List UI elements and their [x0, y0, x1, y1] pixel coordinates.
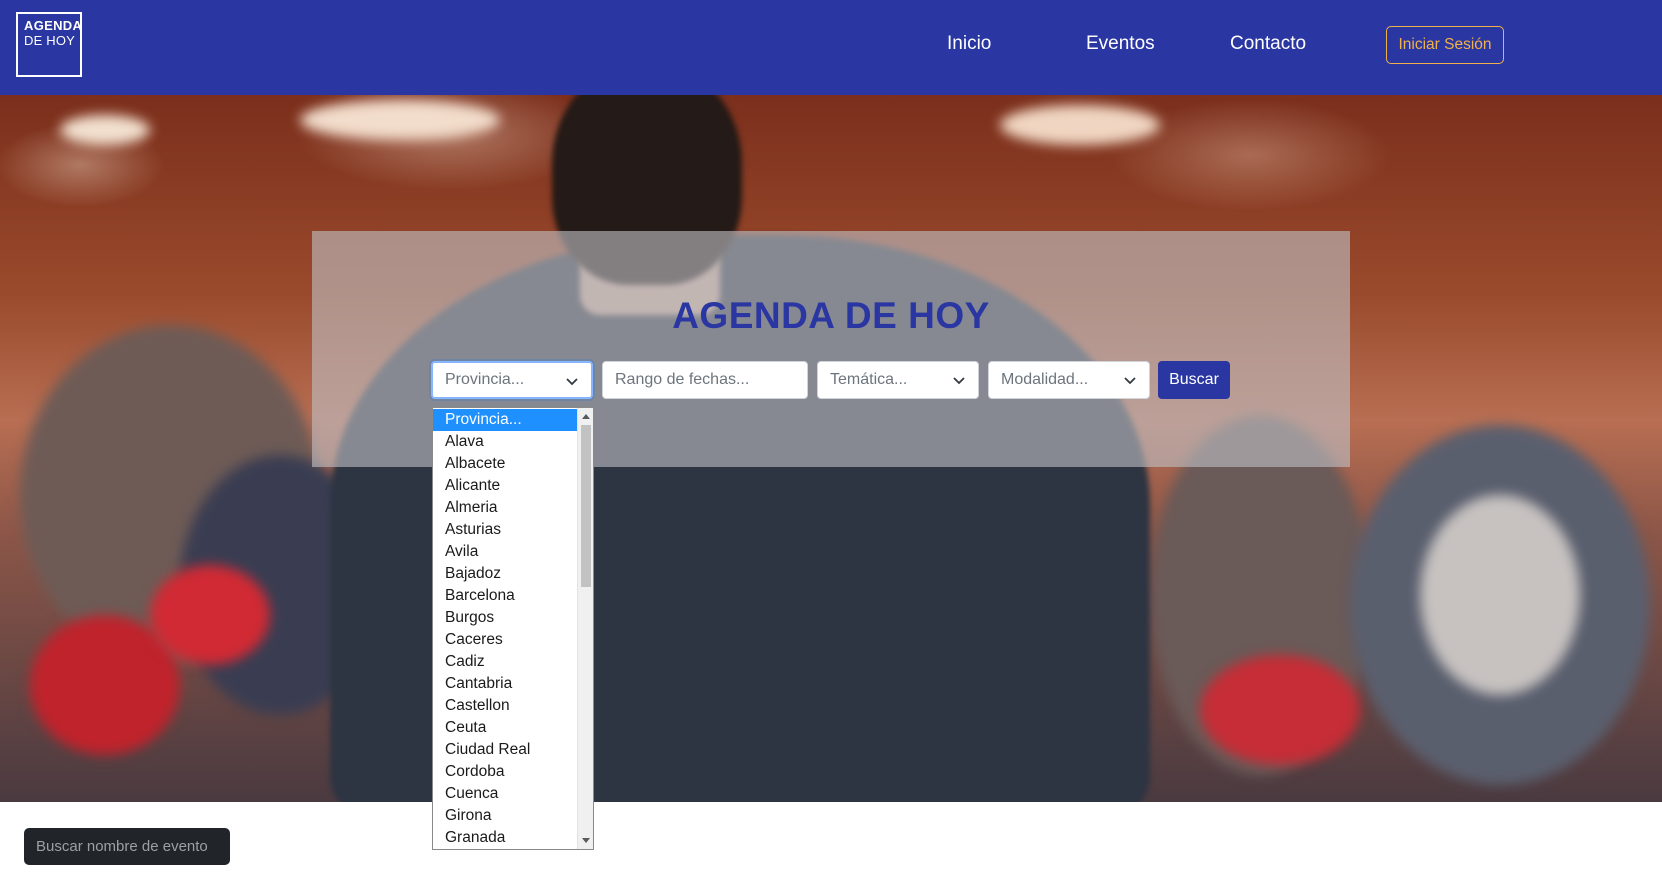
provincia-option[interactable]: Ceuta — [433, 717, 578, 739]
provincia-option[interactable]: Burgos — [433, 607, 578, 629]
background-light — [60, 115, 150, 145]
provincia-option[interactable]: Granada — [433, 827, 578, 849]
provincia-option[interactable]: Cuenca — [433, 783, 578, 805]
chevron-down-icon — [953, 377, 965, 385]
provincia-option[interactable]: Cantabria — [433, 673, 578, 695]
login-button[interactable]: Iniciar Sesión — [1386, 26, 1504, 64]
provincia-option[interactable]: Almeria — [433, 497, 578, 519]
provincia-option[interactable]: Barcelona — [433, 585, 578, 607]
provincia-select[interactable]: Provincia... — [431, 361, 593, 399]
hero-banner: AGENDA DE HOY Provincia... Rango de fech… — [0, 95, 1662, 802]
provincia-dropdown-list[interactable]: Provincia... Alava Albacete Alicante Alm… — [432, 407, 594, 850]
tematica-select-value: Temática... — [830, 371, 908, 388]
logo-line-2: DE HOY — [24, 33, 76, 48]
provincia-option[interactable]: Caceres — [433, 629, 578, 651]
provincia-option[interactable]: Cadiz — [433, 651, 578, 673]
provincia-option[interactable]: Provincia... — [433, 409, 578, 431]
provincia-option[interactable]: Asturias — [433, 519, 578, 541]
provincia-option[interactable]: Ciudad Real — [433, 739, 578, 761]
dropdown-scrollbar[interactable] — [577, 408, 593, 849]
navbar: AGENDA DE HOY Inicio Eventos Contacto In… — [0, 0, 1662, 95]
background-seat — [1200, 655, 1360, 765]
background-seat — [150, 565, 270, 665]
provincia-option[interactable]: Avila — [433, 541, 578, 563]
nav-link-inicio[interactable]: Inicio — [947, 33, 991, 55]
scrollbar-thumb[interactable] — [581, 425, 591, 587]
background-light — [300, 100, 500, 140]
provincia-option[interactable]: Alicante — [433, 475, 578, 497]
provincia-option[interactable]: Alava — [433, 431, 578, 453]
logo-line-1: AGENDA — [24, 18, 83, 33]
nav-link-eventos[interactable]: Eventos — [1086, 33, 1155, 55]
modalidad-select-value: Modalidad... — [1001, 371, 1089, 388]
background-audience — [1420, 495, 1580, 695]
provincia-option[interactable]: Girona — [433, 805, 578, 827]
provincia-options: Provincia... Alava Albacete Alicante Alm… — [433, 409, 578, 849]
date-range-placeholder: Rango de fechas... — [615, 371, 750, 388]
provincia-option[interactable]: Bajadoz — [433, 563, 578, 585]
event-name-search-input[interactable]: Buscar nombre de evento — [24, 828, 230, 865]
event-name-search-placeholder: Buscar nombre de evento — [36, 838, 208, 855]
background-light — [1000, 105, 1160, 145]
chevron-down-icon — [566, 378, 578, 386]
provincia-option[interactable]: Castellon — [433, 695, 578, 717]
date-range-input[interactable]: Rango de fechas... — [602, 361, 808, 399]
site-logo[interactable]: AGENDA DE HOY — [16, 12, 82, 77]
tematica-select[interactable]: Temática... — [817, 361, 979, 399]
provincia-option[interactable]: Cordoba — [433, 761, 578, 783]
search-button[interactable]: Buscar — [1158, 361, 1230, 399]
scroll-down-arrow-icon[interactable] — [582, 838, 590, 843]
hero-title: AGENDA DE HOY — [672, 295, 990, 336]
provincia-select-value: Provincia... — [445, 371, 525, 388]
nav-link-contacto[interactable]: Contacto — [1230, 33, 1306, 55]
chevron-down-icon — [1124, 377, 1136, 385]
modalidad-select[interactable]: Modalidad... — [988, 361, 1150, 399]
provincia-option[interactable]: Albacete — [433, 453, 578, 475]
scroll-up-arrow-icon[interactable] — [582, 414, 590, 419]
